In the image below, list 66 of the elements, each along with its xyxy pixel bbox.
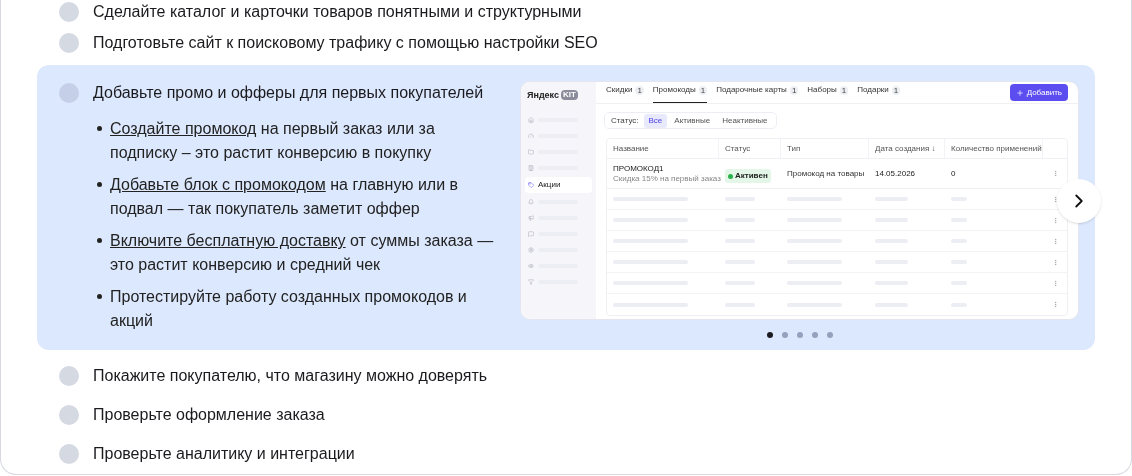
bullet-link[interactable]: Создайте промокод <box>110 120 257 138</box>
promo-uses: 0 <box>950 167 957 180</box>
tab[interactable]: Скидки 1 <box>606 84 644 104</box>
filter-label: Статус: <box>610 114 640 127</box>
menu-icon <box>528 215 534 222</box>
bullet-text: Протестируйте работу созданных промокодов и акций <box>110 287 468 332</box>
step-title: Сделайте каталог и карточки товаров понятными и структурными <box>93 1 582 22</box>
tab-label: Скидки <box>606 84 633 97</box>
step-title: Проверьте оформление заказа <box>93 405 325 426</box>
step-title: Проверьте аналитику и интеграции <box>93 444 355 465</box>
menu-icon <box>528 117 534 124</box>
bullet-text: Включите бесплатную доставку от суммы заказа — это растит конверсию и средний чек <box>110 231 495 276</box>
bullet-link[interactable]: Добавьте блок с промокодом <box>110 176 326 194</box>
step-title: Подготовьте сайт к поисковому трафику с помощью настройки SEO <box>93 32 598 53</box>
tab-label: Наборы <box>807 84 837 97</box>
sidebar-item-label: Акции <box>538 179 561 192</box>
column-header: Дата создания ↓ <box>875 142 936 155</box>
step-row[interactable]: Сделайте каталог и карточки товаров понятными и структурными <box>37 0 1095 28</box>
step-row[interactable]: Подготовьте сайт к поисковому трафику с помощью настройки SEO <box>37 27 1095 59</box>
promo-note: Скидка 15% на первый заказ <box>613 173 719 184</box>
tab-count: 1 <box>698 85 708 95</box>
column-header: Статус <box>725 142 751 155</box>
filter-chip[interactable]: Активные <box>669 113 716 128</box>
tab-count: 1 <box>839 85 849 95</box>
tag-icon <box>528 182 534 189</box>
menu-icon <box>528 231 534 238</box>
add-button[interactable]: Добавить <box>1009 84 1068 102</box>
logo-text: Яндекс <box>527 90 559 100</box>
column-header: Количество применений <box>951 142 1042 155</box>
tab-count: 1 <box>891 85 901 95</box>
tab[interactable]: Подарочные карты 1 <box>716 84 799 104</box>
menu-icon <box>528 133 534 140</box>
menu-icon <box>528 279 534 286</box>
promo-date: 14.05.2026 <box>874 167 917 180</box>
bullet-text: Создайте промокод на первый заказ или за подписку – это растит конверсию в покупку <box>110 119 436 164</box>
plus-icon <box>1015 88 1024 97</box>
filter-chip[interactable]: Все <box>643 113 668 128</box>
tab-count: 1 <box>635 85 644 95</box>
status-badge: Активен <box>725 169 771 184</box>
logo-badge: KIT <box>561 90 578 101</box>
next-button[interactable] <box>1057 179 1101 224</box>
bullet-link[interactable]: Включите бесплатную доставку <box>110 232 346 250</box>
step-row[interactable]: Покажите покупателю, что магазину можно доверять <box>37 356 1095 396</box>
filter-chip[interactable]: Неактивные <box>717 113 773 128</box>
step-title[interactable]: Добавьте промо и офферы для первых покупателей <box>93 81 484 106</box>
tab-label: Подарки <box>857 84 889 97</box>
promo-name: ПРОМОКОД1 <box>613 163 665 174</box>
tab-label: Подарочные карты <box>716 84 787 97</box>
menu-icon <box>528 263 534 270</box>
menu-icon <box>528 199 534 206</box>
bullet-text: Добавьте блок с промокодом на главную или в подвал — так покупатель заметит оффер <box>110 175 460 220</box>
tab[interactable]: Подарки 1 <box>857 84 901 104</box>
step-title: Покажите покупателю, что магазину можно доверять <box>93 366 488 387</box>
menu-icon <box>528 247 534 254</box>
sidebar-item[interactable]: Акции <box>525 177 592 194</box>
tab-count: 1 <box>789 85 799 95</box>
tab[interactable]: Наборы 1 <box>807 84 849 104</box>
step-row[interactable]: Проверьте аналитику и интеграции <box>37 434 1095 474</box>
promo-type: Промокод на товары <box>786 167 866 180</box>
menu-icon <box>528 165 534 172</box>
column-header: Тип <box>787 142 801 155</box>
tab-label: Промокоды <box>652 84 696 97</box>
column-header: Название <box>613 142 649 155</box>
tab[interactable]: Промокоды 1 <box>652 84 708 104</box>
menu-icon <box>528 149 534 156</box>
step-row[interactable]: Проверьте оформление заказа <box>37 395 1095 435</box>
